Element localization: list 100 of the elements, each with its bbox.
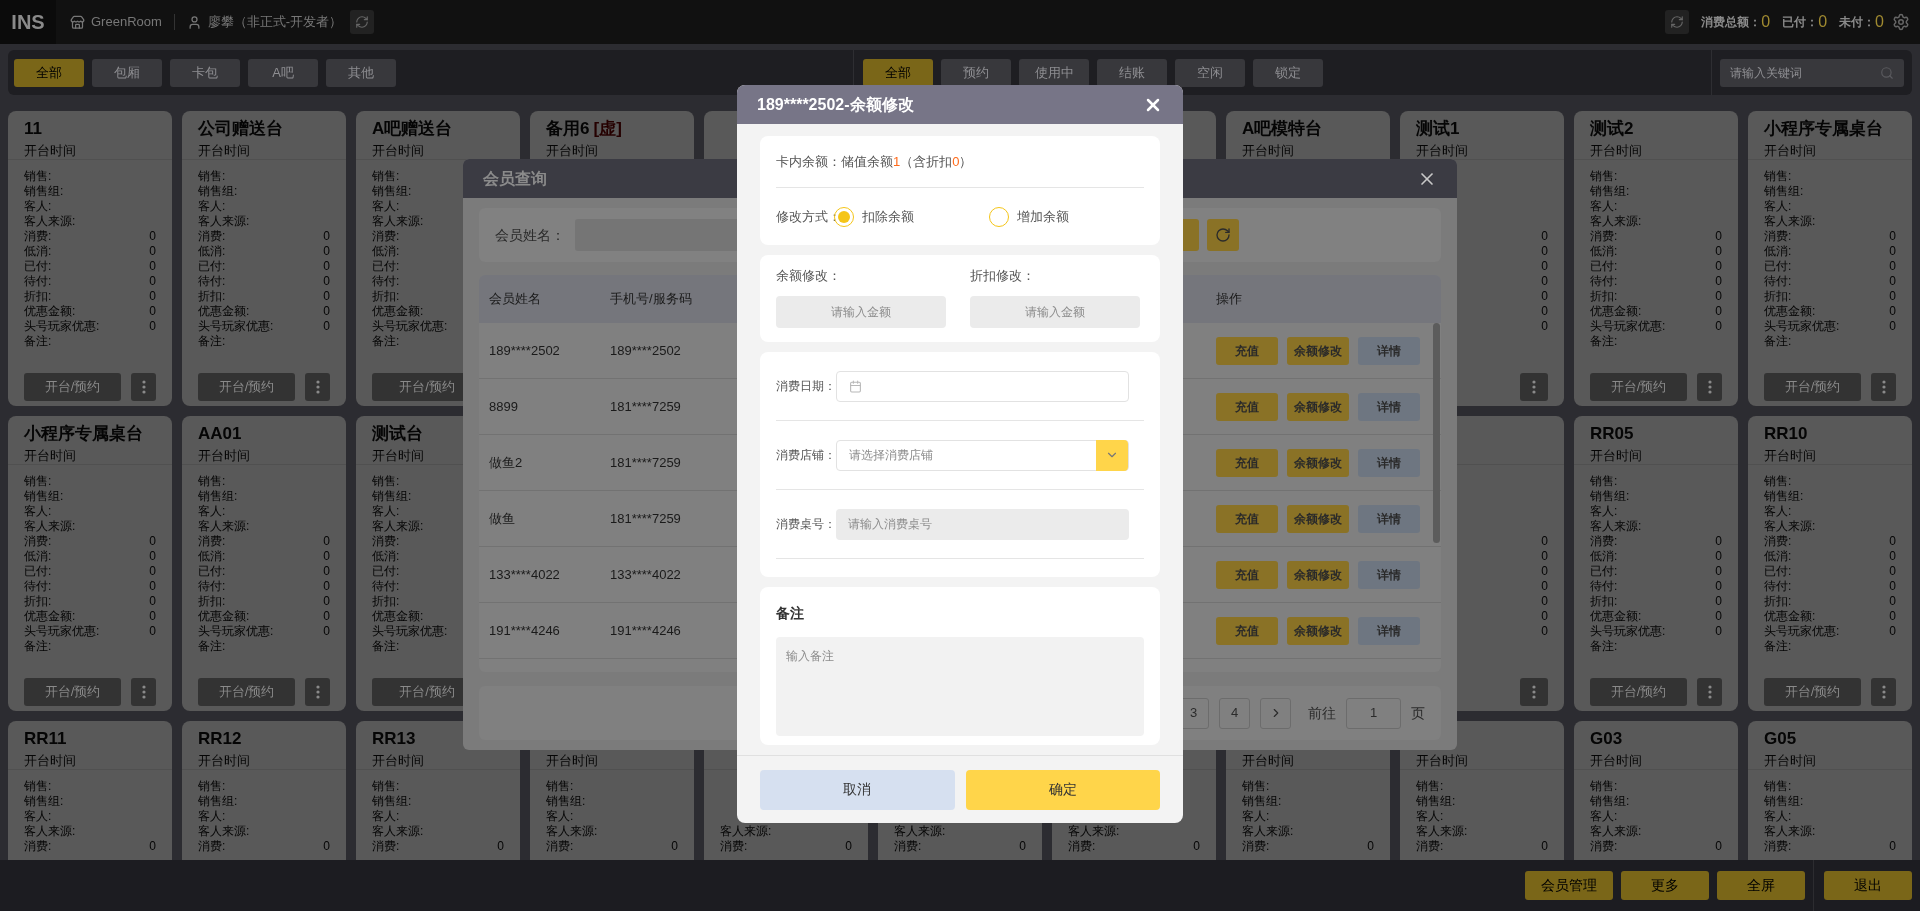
more-button[interactable] xyxy=(1520,678,1548,706)
field-label: 低消: xyxy=(198,549,226,564)
action-button[interactable]: 详情 xyxy=(1358,448,1420,477)
filter-tab[interactable]: 全部 xyxy=(14,58,84,87)
bottom-button[interactable]: 更多 xyxy=(1621,871,1709,900)
field-value: 0 xyxy=(323,839,330,854)
field-value: 0 xyxy=(1541,624,1548,639)
field-label: 头号玩家优惠: xyxy=(1764,319,1840,334)
filter-tab[interactable]: 其他 xyxy=(326,58,396,87)
action-button[interactable]: 余额修改 xyxy=(1287,616,1349,645)
action-button[interactable]: 余额修改 xyxy=(1287,504,1349,533)
filter-tab[interactable]: 包厢 xyxy=(92,58,162,87)
virtual-tag: [虚] xyxy=(593,116,622,142)
card-title: RR12 xyxy=(198,728,242,751)
filter-tab[interactable]: 空闲 xyxy=(1175,58,1245,87)
field-value: 0 xyxy=(1715,549,1722,564)
filter-tab[interactable]: 预约 xyxy=(941,58,1011,87)
exit-button[interactable]: 退出 xyxy=(1824,871,1912,900)
open-time-label: 开台时间 xyxy=(24,753,76,768)
action-button[interactable]: 详情 xyxy=(1358,560,1420,589)
field-label: 销售: xyxy=(198,169,226,184)
field-value: 0 xyxy=(149,304,156,319)
open-time-label: 开台时间 xyxy=(1764,753,1816,768)
open-reserve-button[interactable]: 开台/预约 xyxy=(24,373,122,401)
field-label: 已付: xyxy=(1590,564,1618,579)
action-button[interactable]: 详情 xyxy=(1358,336,1420,365)
scrollbar[interactable] xyxy=(1433,323,1440,543)
field-label: 销售: xyxy=(24,474,52,489)
open-reserve-button[interactable]: 开台/预约 xyxy=(1764,373,1862,401)
action-button[interactable]: 充值 xyxy=(1216,616,1278,645)
more-button[interactable] xyxy=(131,373,156,401)
open-reserve-button[interactable]: 开台/预约 xyxy=(1764,678,1862,706)
more-button[interactable] xyxy=(1697,678,1722,706)
field-label: 待付: xyxy=(1764,274,1792,289)
refresh-button[interactable] xyxy=(1665,10,1690,34)
field-value: 0 xyxy=(1541,564,1548,579)
field-value: 0 xyxy=(1715,594,1722,609)
page-button[interactable]: 4 xyxy=(1219,697,1250,729)
field-value: 0 xyxy=(149,609,156,624)
action-button[interactable]: 充值 xyxy=(1216,504,1278,533)
store-select[interactable]: 请选择消费店铺 xyxy=(836,439,1129,471)
action-button[interactable]: 充值 xyxy=(1216,448,1278,477)
action-button[interactable]: 充值 xyxy=(1216,560,1278,589)
filter-tab[interactable]: 卡包 xyxy=(170,58,240,87)
table-cell: 做鱼2 xyxy=(489,454,523,470)
radio-label[interactable]: 扣除余额 xyxy=(862,206,914,227)
dropdown-button[interactable] xyxy=(1096,439,1128,471)
more-button[interactable] xyxy=(131,678,156,706)
more-icon xyxy=(315,685,320,699)
refresh-button[interactable] xyxy=(350,10,375,34)
action-button[interactable]: 充值 xyxy=(1216,336,1278,365)
remark-input[interactable]: 输入备注 xyxy=(776,637,1144,736)
action-button[interactable]: 余额修改 xyxy=(1287,392,1349,421)
more-button[interactable] xyxy=(305,373,330,401)
page-input[interactable]: 1 xyxy=(1346,697,1401,729)
more-button[interactable] xyxy=(1697,373,1722,401)
next-page-button[interactable] xyxy=(1260,697,1291,729)
more-button[interactable] xyxy=(1520,373,1548,401)
action-button[interactable]: 详情 xyxy=(1358,392,1420,421)
radio-label[interactable]: 增加余额 xyxy=(1017,206,1069,227)
refresh-button[interactable] xyxy=(1207,219,1239,251)
open-reserve-button[interactable]: 开台/预约 xyxy=(24,678,122,706)
field-label: 销售: xyxy=(1590,169,1618,184)
more-button[interactable] xyxy=(305,678,330,706)
action-button[interactable]: 余额修改 xyxy=(1287,560,1349,589)
more-button[interactable] xyxy=(1871,678,1896,706)
confirm-button[interactable]: 确定 xyxy=(965,769,1160,810)
search-field[interactable]: 请输入关键词 xyxy=(1720,58,1904,87)
field-label: 销售: xyxy=(1764,474,1792,489)
open-reserve-button[interactable]: 开台/预约 xyxy=(1590,678,1688,706)
open-reserve-button[interactable]: 开台/预约 xyxy=(1590,373,1688,401)
action-button[interactable]: 余额修改 xyxy=(1287,448,1349,477)
filter-tab[interactable]: 全部 xyxy=(863,58,933,87)
open-reserve-button[interactable]: 开台/预约 xyxy=(198,373,296,401)
field-label: 销售: xyxy=(24,779,52,794)
field-label: 客人: xyxy=(1590,809,1618,824)
more-button[interactable] xyxy=(1871,373,1896,401)
open-reserve-button[interactable]: 开台/预约 xyxy=(198,678,296,706)
card-title: 测试2 xyxy=(1590,118,1634,141)
action-button[interactable]: 详情 xyxy=(1358,504,1420,533)
filter-tab[interactable]: 使用中 xyxy=(1019,58,1089,87)
bottom-button[interactable]: 会员管理 xyxy=(1525,871,1613,900)
field-label: 低消: xyxy=(198,244,226,259)
filter-tab[interactable]: 锁定 xyxy=(1253,58,1323,87)
action-button[interactable]: 余额修改 xyxy=(1287,336,1349,365)
action-button[interactable]: 详情 xyxy=(1358,616,1420,645)
bottom-button[interactable]: 全屏 xyxy=(1717,871,1805,900)
settings-icon[interactable] xyxy=(1892,13,1910,31)
filter-tab[interactable]: 结账 xyxy=(1097,58,1167,87)
field-label: 客人: xyxy=(1764,809,1792,824)
field-label: 备注: xyxy=(198,334,226,349)
open-time-label: 开台时间 xyxy=(198,143,250,158)
filter-tab[interactable]: A吧 xyxy=(248,58,318,87)
field-label: 低消: xyxy=(1590,549,1618,564)
field-label: 低消: xyxy=(1764,244,1792,259)
date-input[interactable] xyxy=(836,370,1129,402)
action-button[interactable]: 充值 xyxy=(1216,392,1278,421)
field-label: 折扣修改： xyxy=(970,267,1036,285)
field-value: 0 xyxy=(1541,609,1548,624)
cancel-button[interactable]: 取消 xyxy=(760,769,955,810)
